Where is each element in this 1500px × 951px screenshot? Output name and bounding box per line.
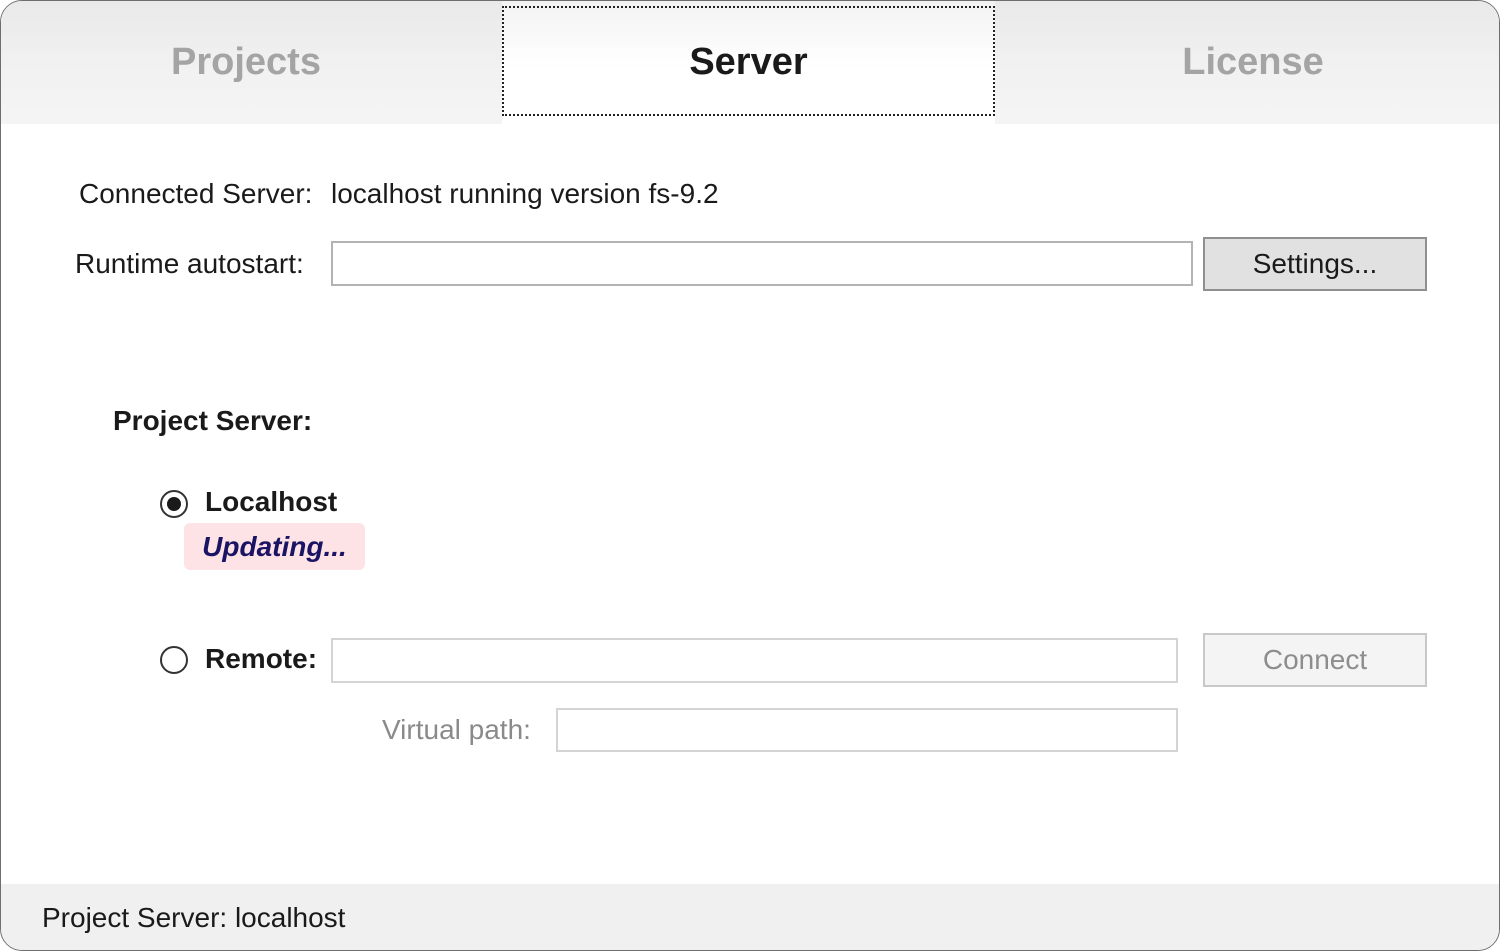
server-settings-window: Projects Server License Connected Server… (0, 0, 1500, 951)
tab-bar: Projects Server License (1, 1, 1499, 124)
localhost-label[interactable]: Localhost (205, 486, 337, 518)
localhost-radio[interactable] (160, 490, 188, 518)
settings-button[interactable]: Settings... (1203, 237, 1427, 291)
status-badge-updating: Updating... (184, 523, 365, 570)
status-bar-text: Project Server: localhost (42, 902, 346, 933)
virtual-path-label: Virtual path: (382, 714, 531, 745)
status-bar: Project Server: localhost (1, 884, 1499, 950)
remote-radio[interactable] (160, 646, 188, 674)
connect-button[interactable]: Connect (1203, 633, 1427, 687)
virtual-path-input[interactable] (556, 708, 1178, 752)
connected-server-value: localhost running version fs-9.2 (331, 178, 719, 209)
runtime-autostart-label: Runtime autostart: (75, 248, 304, 279)
project-server-heading: Project Server: (113, 405, 313, 436)
tab-server[interactable]: Server (502, 1, 995, 124)
connected-server-label: Connected Server: (79, 178, 313, 209)
tab-projects[interactable]: Projects (1, 1, 491, 124)
runtime-autostart-input[interactable] (331, 241, 1193, 286)
remote-host-input[interactable] (331, 638, 1178, 683)
remote-label[interactable]: Remote: (205, 643, 317, 675)
tab-license[interactable]: License (1007, 1, 1499, 124)
radio-selected-dot (167, 497, 181, 511)
